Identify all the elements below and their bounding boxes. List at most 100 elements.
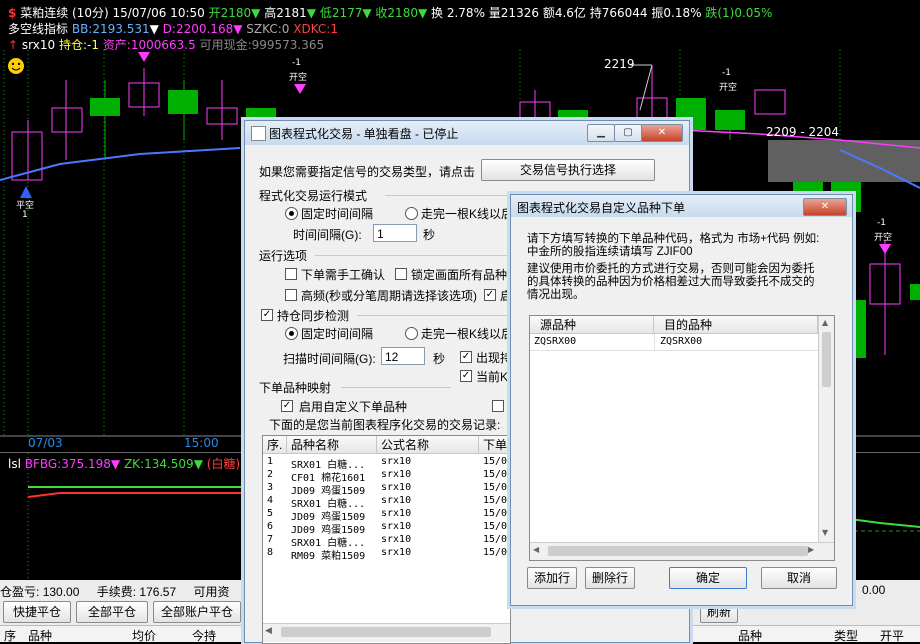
ok-button[interactable]: 确定 — [669, 567, 747, 589]
current-k-checkbox[interactable]: ✓ — [460, 370, 472, 382]
extra-checkbox[interactable] — [492, 400, 504, 412]
instruction-line-1: 请下方填写转换的下单品种代码，格式为 市场+代码 例如: — [527, 233, 820, 245]
records-table[interactable]: 序. 品种名称 公式名称 下单 1 SRX01 白糖... srx10 15/07 2 C… — [262, 435, 511, 644]
manual-confirm-checkbox[interactable] — [285, 268, 297, 280]
fixed-interval-radio-2[interactable] — [285, 327, 298, 340]
col-symbol-name[interactable]: 品种名称 — [287, 436, 377, 454]
fixed-interval-radio[interactable] — [285, 207, 298, 220]
delete-row-button[interactable]: 删除行 — [585, 567, 635, 589]
scroll-thumb[interactable] — [822, 332, 831, 387]
col-order[interactable]: 下单 — [479, 436, 510, 454]
open-label: 开空 — [874, 233, 893, 243]
range-label: 2209 - 2204 — [766, 125, 840, 139]
table-row[interactable]: 6 JD09 鸡蛋1509 srx10 15/07 — [263, 521, 510, 536]
col-target-symbol[interactable]: 目的品种 — [654, 316, 818, 334]
table-row[interactable]: ZQSRX00 ZQSRX00 — [530, 334, 818, 351]
custom-symbol-checkbox[interactable]: ✓ — [281, 400, 293, 412]
amount-value: 额4.6亿 — [542, 6, 586, 20]
time-label: 15:00 — [184, 436, 219, 450]
interval-input[interactable]: 1 — [373, 224, 417, 242]
row-order-time: 15/07 — [483, 495, 511, 506]
table-row[interactable]: 5 JD09 鸡蛋1509 srx10 15/07 — [263, 508, 511, 523]
scroll-left-icon[interactable]: ◀ — [265, 626, 277, 638]
table-row[interactable]: 8 RM09 菜粕1509 srx10 15/07 — [263, 547, 510, 562]
candle-down — [168, 90, 198, 114]
bb-value: BB:2193.531 — [71, 22, 150, 36]
cancel-button[interactable]: 取消 — [761, 567, 837, 589]
close-icon[interactable]: ✕ — [803, 198, 847, 216]
enable-checkbox[interactable]: ✓ — [484, 289, 496, 301]
row-order-time: 15/07 — [483, 534, 511, 545]
table-row[interactable]: 4 SRX01 白糖... srx10 15/07 — [263, 495, 511, 510]
quick-close-button[interactable]: 快捷平仓 — [3, 601, 71, 623]
instruction-line-4: 的具体转换的品种因为价格相差过大而导致委托不成交的 — [527, 276, 815, 288]
close-all-button[interactable]: 全部平仓 — [76, 601, 148, 623]
sub-dialog-titlebar[interactable]: 图表程式化交易自定义品种下单 ✕ — [511, 195, 852, 217]
row-formula: srx10 — [381, 547, 412, 558]
indicator-line: 多空线指标 BB:2193.531▼ D:2200.168▼ SZKC:0 XD… — [8, 20, 338, 37]
col-formula[interactable]: 公式名称 — [377, 436, 479, 454]
down-arrow-icon: ▼ — [233, 22, 243, 36]
maximize-icon[interactable]: ▢ — [614, 124, 642, 142]
table-row[interactable]: 2 CF01 棉花1601 srx10 15/07 — [263, 469, 510, 484]
sell-arrow-icon — [879, 244, 891, 254]
scroll-thumb[interactable] — [281, 627, 491, 637]
col-source-symbol[interactable]: 源品种 — [530, 316, 654, 334]
close-all-accounts-button[interactable]: 全部账户平仓 — [153, 601, 241, 623]
vertical-scrollbar[interactable]: ▲ ▼ — [818, 316, 834, 542]
scroll-up-icon[interactable]: ▲ — [822, 318, 828, 327]
candle-down — [910, 284, 920, 300]
horizontal-scrollbar[interactable]: ◀ — [263, 623, 510, 642]
high-frequency-label: 高频(秒或分笔周期请选择该选项) — [301, 289, 477, 303]
down-arrow-icon: ▼ — [362, 6, 372, 20]
scroll-down-icon[interactable]: ▼ — [822, 528, 828, 537]
symbol-name: 菜粕连续 (10分) — [20, 6, 109, 20]
qty-label: 1 — [22, 210, 28, 220]
table-row[interactable]: 1 SRX01 白糖... srx10 15/07 — [263, 456, 510, 471]
map-section-title: 下单品种映射 — [259, 381, 332, 395]
col-open-close[interactable]: 开平 — [880, 627, 904, 644]
high-value: 高2181 — [264, 6, 307, 20]
after-kline-radio[interactable] — [405, 207, 418, 220]
smiley-icon — [8, 58, 24, 74]
sync-checkbox[interactable]: ✓ — [261, 309, 273, 321]
after-kline-label-2: 走完一根K线以后 — [421, 327, 514, 341]
close-icon[interactable]: ✕ — [641, 124, 683, 142]
options-section-title: 运行选项 — [259, 249, 308, 263]
scroll-left-icon[interactable]: ◀ — [533, 545, 539, 554]
scroll-thumb[interactable] — [548, 546, 808, 556]
row-formula: srx10 — [381, 534, 412, 545]
open-label: 开空 — [289, 73, 308, 83]
col-type[interactable]: 类型 — [834, 627, 858, 644]
table-row[interactable]: 7 SRX01 白糖... srx10 15/07 — [263, 534, 511, 549]
col-symbol[interactable]: 品种 — [28, 627, 52, 644]
horizontal-scrollbar[interactable]: ◀ ▶ — [530, 542, 834, 560]
col-avg-price[interactable]: 均价 — [132, 627, 156, 644]
add-row-button[interactable]: 添加行 — [527, 567, 577, 589]
source-symbol-cell[interactable]: ZQSRX00 — [534, 336, 576, 347]
amplitude-value: 振0.18% — [651, 6, 702, 20]
app-icon — [251, 126, 266, 141]
col-index[interactable]: 序 — [4, 627, 16, 644]
dialog-titlebar[interactable]: 图表程式化交易 - 单独看盘 - 已停止 ▁ ▢ ✕ — [245, 121, 689, 145]
scroll-right-icon[interactable]: ▶ — [808, 545, 814, 554]
row-formula: srx10 — [381, 482, 412, 493]
col-index[interactable]: 序. — [263, 436, 287, 454]
row-order-time: 15/07 — [483, 508, 511, 519]
target-symbol-cell[interactable]: ZQSRX00 — [660, 336, 702, 347]
high-frequency-checkbox[interactable] — [285, 289, 297, 301]
minimize-icon[interactable]: ▁ — [587, 124, 615, 142]
signal-select-button[interactable]: 交易信号执行选择 — [481, 159, 655, 181]
scan-interval-unit: 秒 — [433, 352, 446, 366]
table-row[interactable]: 3 JD09 鸡蛋1509 srx10 15/07 — [263, 482, 510, 497]
instructions: 请下方填写转换的下单品种代码，格式为 市场+代码 例如: 中金所的股指连续请填写… — [527, 233, 847, 302]
lock-screen-checkbox[interactable] — [395, 268, 407, 280]
symbol-map-table[interactable]: 源品种 目的品种 ZQSRX00 ZQSRX00 ▲ ▼ ◀ ▶ — [529, 315, 835, 561]
appear-checkbox[interactable]: ✓ — [460, 351, 472, 363]
col-symbol-right[interactable]: 品种 — [738, 627, 762, 644]
scan-interval-input[interactable]: 12 — [381, 347, 425, 365]
col-today-pos[interactable]: 今持 — [192, 627, 216, 644]
manual-confirm-label: 下单需手工确认 — [301, 268, 386, 282]
after-kline-radio-2[interactable] — [405, 327, 418, 340]
row-formula: srx10 — [381, 469, 412, 480]
